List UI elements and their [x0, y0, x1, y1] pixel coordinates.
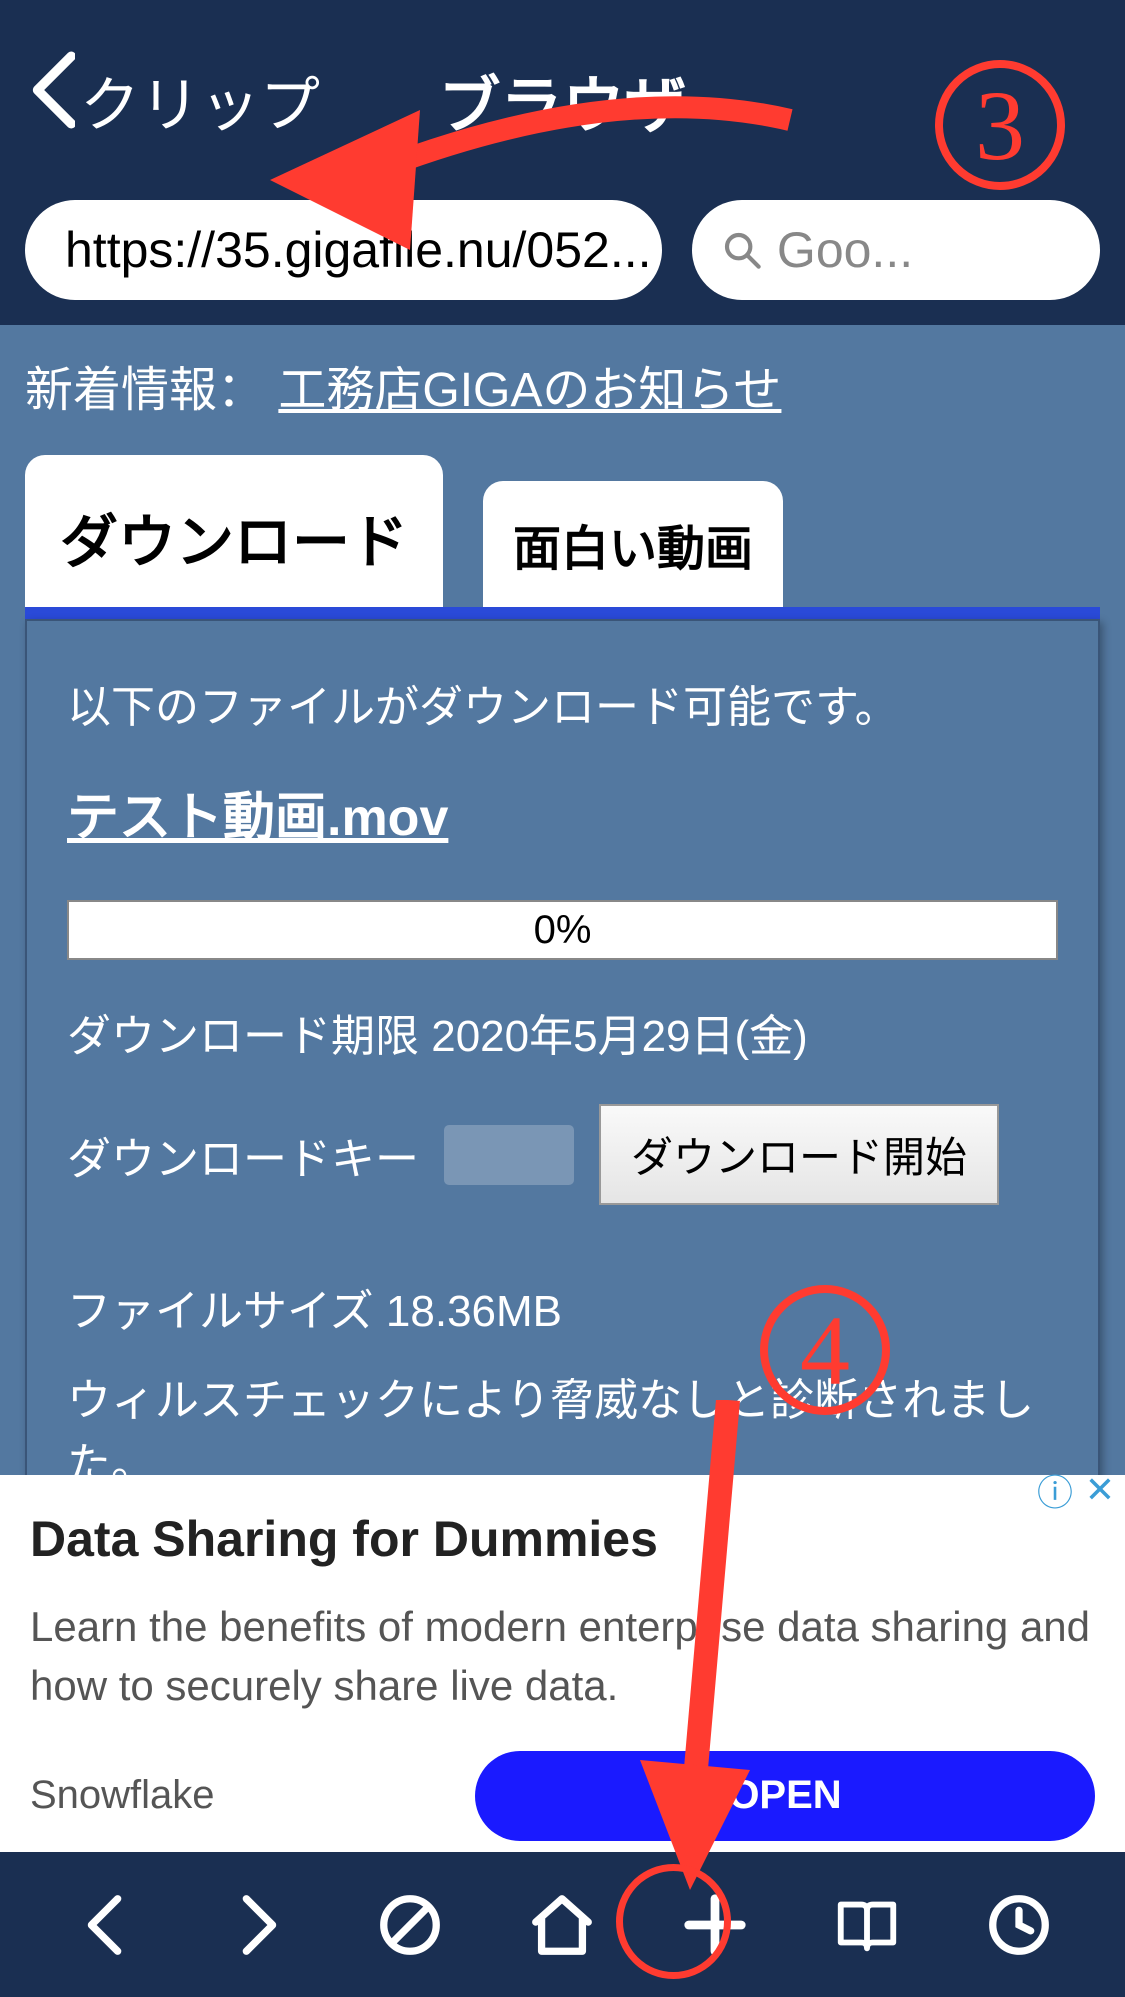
tab-download[interactable]: ダウンロード [25, 455, 443, 607]
back-label[interactable]: クリップ [80, 57, 320, 144]
ad-open-button[interactable]: OPEN [475, 1751, 1095, 1841]
nav-back-icon[interactable] [66, 1885, 146, 1965]
add-icon[interactable] [675, 1885, 755, 1965]
ad-brand: Snowflake [30, 1773, 215, 1818]
search-bar[interactable]: Goo... [692, 200, 1100, 300]
search-placeholder: Goo... [777, 221, 913, 279]
news-link[interactable]: 工務店GIGAのお知らせ [278, 364, 781, 417]
news-row: 新着情報： 工務店GIGAのお知らせ [25, 350, 1100, 420]
download-intro: 以下のファイルがダウンロード可能です。 [67, 671, 1058, 735]
url-bar[interactable]: https://35.gigafile.nu/052... [25, 200, 662, 300]
news-label: 新着情報： [25, 364, 265, 417]
download-filename[interactable]: テスト動画.mov [67, 775, 448, 850]
page-content: 新着情報： 工務店GIGAのお知らせ ダウンロード 面白い動画 以下のファイルが… [0, 325, 1125, 1475]
nav-forward-icon[interactable] [218, 1885, 298, 1965]
download-panel: 以下のファイルがダウンロード可能です。 テスト動画.mov 0% ダウンロード期… [25, 619, 1100, 1475]
url-row: https://35.gigafile.nu/052... Goo... [0, 200, 1125, 325]
download-key-row: ダウンロードキー ダウンロード開始 [67, 1104, 1058, 1205]
home-icon[interactable] [522, 1885, 602, 1965]
tabs: ダウンロード 面白い動画 [25, 455, 1100, 607]
download-key-label: ダウンロードキー [67, 1123, 419, 1187]
download-start-button[interactable]: ダウンロード開始 [599, 1104, 999, 1205]
page-title: ブラウザ [438, 55, 686, 145]
ad-info-icon[interactable]: ⓘ [1035, 1470, 1075, 1510]
search-icon [722, 230, 762, 270]
ad-close-icon[interactable]: ✕ [1080, 1470, 1120, 1510]
book-icon[interactable] [827, 1885, 907, 1965]
download-expire: ダウンロード期限 2020年5月29日(金) [67, 1000, 1058, 1064]
bottom-toolbar [0, 1852, 1125, 1997]
history-icon[interactable] [979, 1885, 1059, 1965]
progress-bar: 0% [67, 900, 1058, 960]
top-nav: クリップ ブラウザ [0, 0, 1125, 200]
download-virus: ウィルスチェックにより脅威なしと診断されました。 [67, 1364, 1058, 1475]
tab-underline [25, 607, 1100, 619]
block-icon[interactable] [370, 1885, 450, 1965]
ad-description: Learn the benefits of modern enterprise … [30, 1598, 1095, 1716]
ad-title: Data Sharing for Dummies [30, 1510, 1095, 1568]
back-chevron-icon[interactable] [30, 49, 75, 152]
ad-banner: ⓘ ✕ Data Sharing for Dummies Learn the b… [0, 1475, 1125, 1852]
download-key-input[interactable] [444, 1125, 574, 1185]
tab-videos[interactable]: 面白い動画 [483, 481, 783, 607]
download-size: ファイルサイズ 18.36MB [67, 1275, 1058, 1339]
